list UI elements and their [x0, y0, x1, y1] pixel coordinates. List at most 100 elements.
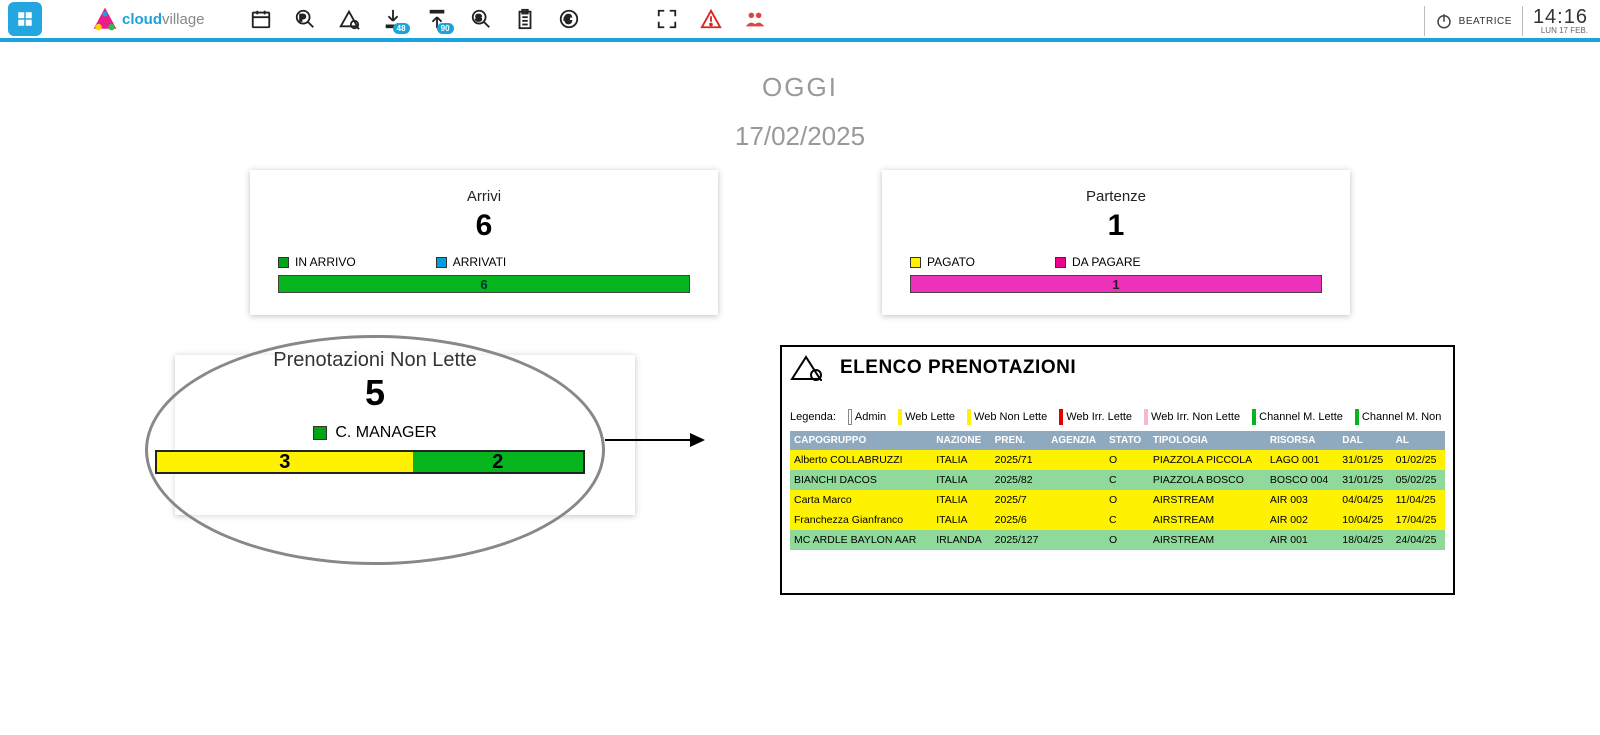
user-name[interactable]: BEATRICE: [1459, 16, 1512, 27]
cell-capogruppo: MC ARDLE BAYLON AAR: [790, 530, 932, 550]
th-agenzia[interactable]: AGENZIA: [1047, 431, 1105, 450]
cell-tipologia: AIRSTREAM: [1149, 530, 1266, 550]
prenotazioni-table: CAPOGRUPPO NAZIONE PREN. AGENZIA STATO T…: [790, 431, 1445, 550]
alert-triangle-icon: [700, 8, 722, 30]
power-icon[interactable]: [1435, 12, 1453, 30]
cell-risorsa: AIR 003: [1266, 490, 1338, 510]
th-risorsa[interactable]: RISORSA: [1266, 431, 1338, 450]
today-label: OGGI: [0, 72, 1600, 103]
tent-search-button[interactable]: [338, 8, 360, 30]
th-tipologia[interactable]: TIPOLOGIA: [1149, 431, 1266, 450]
cell-pren: 2025/71: [991, 450, 1048, 470]
cell-risorsa: BOSCO 004: [1266, 470, 1338, 490]
th-pren[interactable]: PREN.: [991, 431, 1048, 450]
legend-arrivati: ARRIVATI: [436, 255, 507, 269]
brand-logo[interactable]: cloudvillage: [92, 6, 205, 32]
cell-al: 24/04/25: [1392, 530, 1445, 550]
cell-agenzia: [1047, 530, 1105, 550]
cell-agenzia: [1047, 510, 1105, 530]
partenze-count: 1: [910, 209, 1322, 243]
fullscreen-icon: [656, 8, 678, 30]
th-al[interactable]: AL: [1392, 431, 1445, 450]
clipboard-button[interactable]: [514, 8, 536, 30]
cell-nazione: ITALIA: [932, 470, 990, 490]
th-stato[interactable]: STATO: [1105, 431, 1149, 450]
cell-stato: O: [1105, 490, 1149, 510]
search-s-button[interactable]: S: [470, 8, 492, 30]
legend-pagato: PAGATO: [910, 255, 975, 269]
cell-capogruppo: BIANCHI DACOS: [790, 470, 932, 490]
clock: 14:16 LUN 17 FEB.: [1533, 7, 1588, 35]
cell-risorsa: LAGO 001: [1266, 450, 1338, 470]
legenda-label: Legenda:: [790, 411, 836, 423]
euro-icon: €: [558, 8, 580, 30]
brand-text: cloudvillage: [122, 11, 205, 28]
cell-pren: 2025/7: [991, 490, 1048, 510]
table-row[interactable]: Franchezza GianfrancoITALIA2025/6CAIRSTR…: [790, 510, 1445, 530]
prenotazioni-callout: Prenotazioni Non Lette 5 C. MANAGER 3 2: [145, 345, 665, 595]
arrow-right-icon: [605, 425, 705, 455]
cell-stato: C: [1105, 470, 1149, 490]
search-parking-button[interactable]: P: [294, 8, 316, 30]
calendar-button[interactable]: [250, 8, 272, 30]
today-date: 17/02/2025: [0, 121, 1600, 152]
svg-text:€: €: [564, 12, 571, 27]
cell-nazione: IRLANDA: [932, 530, 990, 550]
cell-pren: 2025/82: [991, 470, 1048, 490]
clock-date: LUN 17 FEB.: [1533, 27, 1588, 35]
elenco-title: ELENCO PRENOTAZIONI: [840, 357, 1076, 379]
cell-stato: C: [1105, 510, 1149, 530]
home-button[interactable]: [8, 2, 42, 36]
cell-al: 05/02/25: [1392, 470, 1445, 490]
prenotazioni-seg-green: 2: [413, 452, 583, 472]
cell-capogruppo: Franchezza Gianfranco: [790, 510, 932, 530]
cell-stato: O: [1105, 530, 1149, 550]
cell-risorsa: AIR 001: [1266, 530, 1338, 550]
table-row[interactable]: BIANCHI DACOSITALIA2025/82 CPIAZZOLA BOSC…: [790, 470, 1445, 490]
cell-al: 11/04/25: [1392, 490, 1445, 510]
cell-dal: 10/04/25: [1338, 510, 1391, 530]
checkin-button[interactable]: 48: [382, 8, 404, 30]
topbar-right: BEATRICE 14:16 LUN 17 FEB.: [1414, 0, 1588, 42]
grid-icon: [16, 10, 34, 28]
logo-icon: [92, 6, 118, 32]
partenze-bar: 1: [910, 275, 1322, 293]
partenze-title: Partenze: [910, 188, 1322, 205]
arrivi-title: Arrivi: [278, 188, 690, 205]
table-row[interactable]: MC ARDLE BAYLON AARIRLANDA2025/127OAIRST…: [790, 530, 1445, 550]
cell-tipologia: PIAZZOLA PICCOLA: [1149, 450, 1266, 470]
cell-al: 17/04/25: [1392, 510, 1445, 530]
legend-web-non-lette: Web Non Lette: [967, 409, 1047, 425]
cell-nazione: ITALIA: [932, 510, 990, 530]
checkout-button[interactable]: 90: [426, 8, 448, 30]
arrivi-bar: 6: [278, 275, 690, 293]
table-row[interactable]: Alberto COLLABRUZZIITALIA2025/71OPIAZZOL…: [790, 450, 1445, 470]
arrivi-card[interactable]: Arrivi 6 IN ARRIVO ARRIVATI 6: [250, 170, 718, 315]
legend-web-irr-non-lette: Web Irr. Non Lette: [1144, 409, 1240, 425]
cell-pren: 2025/6: [991, 510, 1048, 530]
legend-cm-non: Channel M. Non: [1355, 409, 1442, 425]
prenotazioni-manager: C. MANAGER: [155, 424, 595, 442]
cell-capogruppo: Carta Marco: [790, 490, 932, 510]
magnify-p-icon: P: [294, 8, 316, 30]
th-nazione[interactable]: NAZIONE: [932, 431, 990, 450]
th-capogruppo[interactable]: CAPOGRUPPO: [790, 431, 932, 450]
calendar-icon: [250, 8, 272, 30]
cell-tipologia: PIAZZOLA BOSCO: [1149, 470, 1266, 490]
th-dal[interactable]: DAL: [1338, 431, 1391, 450]
euro-button[interactable]: €: [558, 8, 580, 30]
cell-al: 01/02/25: [1392, 450, 1445, 470]
cell-dal: 18/04/25: [1338, 530, 1391, 550]
partenze-card[interactable]: Partenze 1 PAGATO DA PAGARE 1: [882, 170, 1350, 315]
elenco-prenotazioni-panel: ELENCO PRENOTAZIONI Legenda: Admin Web L…: [780, 345, 1455, 595]
legend-in-arrivo: IN ARRIVO: [278, 255, 356, 269]
users-button[interactable]: [744, 8, 766, 30]
alert-button[interactable]: [700, 8, 722, 30]
cell-capogruppo: Alberto COLLABRUZZI: [790, 450, 932, 470]
legend-da-pagare: DA PAGARE: [1055, 255, 1140, 269]
fullscreen-button[interactable]: [656, 8, 678, 30]
table-row[interactable]: Carta MarcoITALIA2025/7OAIRSTREAMAIR 003…: [790, 490, 1445, 510]
cell-dal: 31/01/25: [1338, 470, 1391, 490]
cell-dal: 04/04/25: [1338, 490, 1391, 510]
legend-web-irr-lette: Web Irr. Lette: [1059, 409, 1132, 425]
